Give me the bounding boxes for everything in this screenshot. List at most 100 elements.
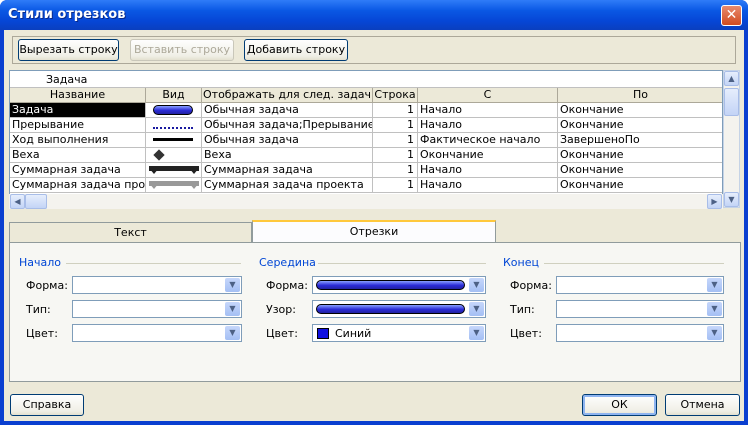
scroll-down-icon[interactable]: ▼ (724, 192, 739, 207)
appearance-cell[interactable] (146, 148, 202, 163)
show-for-cell[interactable]: Обычная задача;Прерывание (202, 118, 373, 133)
col-header-name[interactable]: Название (10, 88, 146, 103)
appearance-cell[interactable] (146, 118, 202, 133)
col-header-show-for[interactable]: Отображать для след. задач (202, 88, 373, 103)
row-number-cell[interactable]: 1 (373, 178, 418, 193)
paste-row-button[interactable]: Вставить строку (130, 39, 234, 61)
show-for-cell[interactable]: Веха (202, 148, 373, 163)
middle-pattern-select[interactable]: ▼ (312, 300, 486, 318)
title-bar[interactable]: Стили отрезков ✕ (0, 0, 748, 30)
solid-pattern-icon (316, 304, 465, 314)
start-color-select[interactable]: ▼ (72, 324, 242, 342)
end-group-divider (544, 263, 724, 264)
chevron-down-icon[interactable]: ▼ (225, 326, 240, 340)
chevron-down-icon[interactable]: ▼ (707, 278, 722, 292)
col-header-appearance[interactable]: Вид (146, 88, 202, 103)
appearance-cell[interactable] (146, 163, 202, 178)
tab-bars[interactable]: Отрезки (252, 220, 496, 243)
show-for-cell[interactable]: Суммарная задача проекта (202, 178, 373, 193)
row-name-cell[interactable]: Суммарная задача (10, 163, 146, 178)
row-number-cell[interactable]: 1 (373, 148, 418, 163)
row-name-cell[interactable]: Веха (10, 148, 146, 163)
from-cell[interactable]: Начало (418, 163, 558, 178)
end-type-select[interactable]: ▼ (556, 300, 724, 318)
dialog-client-area: Вырезать строку Вставить строку Добавить… (4, 30, 744, 421)
to-cell[interactable]: Окончание (558, 163, 722, 178)
show-for-cell[interactable]: Обычная задача (202, 133, 373, 148)
row-name-cell[interactable]: Ход выполнения (10, 133, 146, 148)
from-cell[interactable]: Начало (418, 118, 558, 133)
start-group-title: Начало (19, 256, 62, 269)
start-type-select[interactable]: ▼ (72, 300, 242, 318)
row-number-cell[interactable]: 1 (373, 133, 418, 148)
blue-bar-swatch (153, 105, 193, 115)
from-cell[interactable]: Окончание (418, 148, 558, 163)
chevron-down-icon[interactable]: ▼ (469, 302, 484, 316)
entry-value[interactable]: Задача (46, 73, 87, 86)
row-number-cell[interactable]: 1 (373, 163, 418, 178)
row-number-cell[interactable]: 1 (373, 118, 418, 133)
from-cell[interactable]: Начало (418, 178, 558, 193)
chevron-down-icon[interactable]: ▼ (225, 278, 240, 292)
start-type-label: Тип: (26, 303, 51, 316)
show-for-cell[interactable]: Обычная задача (202, 103, 373, 118)
appearance-cell[interactable] (146, 133, 202, 148)
middle-color-value: Синий (335, 327, 372, 340)
entry-bar[interactable]: Задача (10, 71, 722, 88)
to-cell[interactable]: Окончание (558, 178, 722, 193)
from-cell[interactable]: Фактическое начало (418, 133, 558, 148)
to-cell[interactable]: Окончание (558, 103, 722, 118)
row-name-cell[interactable]: Задача (10, 103, 146, 118)
end-color-select[interactable]: ▼ (556, 324, 724, 342)
to-cell[interactable]: Окончание (558, 118, 722, 133)
show-for-cell[interactable]: Суммарная задача (202, 163, 373, 178)
bar-styles-grid[interactable]: Задача Название Вид Отображать для след.… (9, 70, 723, 208)
bars-tab-panel: Начало Форма: ▼ Тип: ▼ Цвет: ▼ Середина … (9, 242, 741, 382)
col-header-from[interactable]: С (418, 88, 558, 103)
chevron-down-icon[interactable]: ▼ (469, 326, 484, 340)
row-name-cell[interactable]: Прерывание (10, 118, 146, 133)
window-title: Стили отрезков (8, 7, 126, 22)
col-header-row[interactable]: Строка (373, 88, 418, 103)
appearance-cell[interactable] (146, 103, 202, 118)
end-type-label: Тип: (510, 303, 535, 316)
middle-shape-select[interactable]: ▼ (312, 276, 486, 294)
start-shape-select[interactable]: ▼ (72, 276, 242, 294)
start-color-label: Цвет: (26, 327, 58, 340)
chevron-down-icon[interactable]: ▼ (469, 278, 484, 292)
middle-color-select[interactable]: Синий ▼ (312, 324, 486, 342)
start-group-divider (66, 263, 241, 264)
start-shape-label: Форма: (26, 279, 68, 292)
cut-row-button[interactable]: Вырезать строку (18, 39, 119, 61)
chevron-down-icon[interactable]: ▼ (225, 302, 240, 316)
row-number-cell[interactable]: 1 (373, 103, 418, 118)
summary-left-end-icon (149, 168, 159, 174)
chevron-down-icon[interactable]: ▼ (707, 326, 722, 340)
row-name-cell[interactable]: Суммарная задача проек (10, 178, 146, 193)
from-cell[interactable]: Начало (418, 103, 558, 118)
add-row-button[interactable]: Добавить строку (244, 39, 348, 61)
col-header-to[interactable]: По (558, 88, 722, 103)
to-cell[interactable]: ЗавершеноПо (558, 133, 722, 148)
horizontal-scroll-thumb[interactable] (25, 194, 47, 209)
ok-button[interactable]: ОК (582, 394, 657, 416)
chevron-down-icon[interactable]: ▼ (707, 302, 722, 316)
middle-pattern-label: Узор: (266, 303, 296, 316)
end-shape-select[interactable]: ▼ (556, 276, 724, 294)
scroll-up-icon[interactable]: ▲ (724, 71, 739, 86)
help-button[interactable]: Справка (10, 394, 84, 416)
appearance-cell[interactable] (146, 178, 202, 193)
vertical-scroll-thumb[interactable] (724, 88, 739, 116)
grid-vertical-scrollbar[interactable]: ▲ ▼ (723, 70, 740, 208)
close-button[interactable]: ✕ (721, 5, 742, 26)
grid-horizontal-scrollbar[interactable]: ◀ ▶ (9, 194, 723, 209)
blue-color-swatch (317, 328, 329, 339)
to-cell[interactable]: Окончание (558, 148, 722, 163)
cancel-button[interactable]: Отмена (665, 394, 740, 416)
black-line-swatch (153, 138, 193, 141)
scroll-right-icon[interactable]: ▶ (707, 194, 722, 209)
scroll-left-icon[interactable]: ◀ (10, 194, 25, 209)
summary-right-end-icon (189, 168, 199, 174)
tab-text[interactable]: Текст (9, 222, 252, 242)
end-group-title: Конец (503, 256, 539, 269)
